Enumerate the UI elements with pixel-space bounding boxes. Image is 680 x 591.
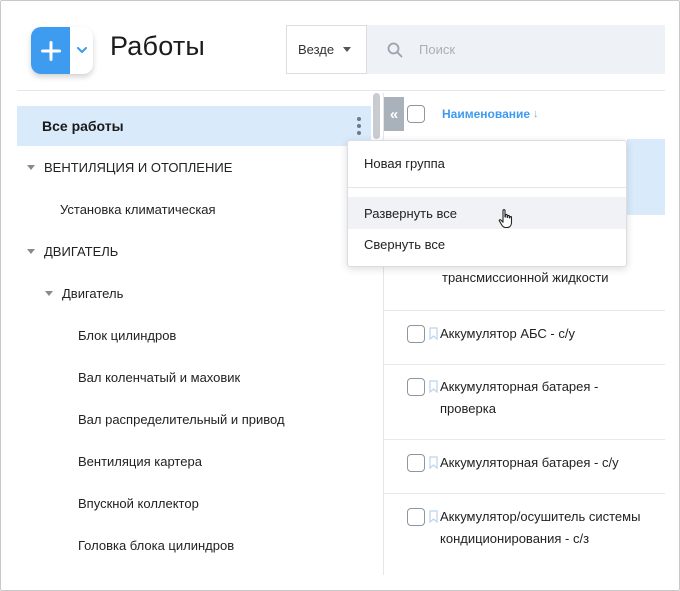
tree-item-label: Все работы	[42, 118, 124, 134]
row-checkbox[interactable]	[407, 325, 425, 343]
chevron-down-icon	[76, 47, 87, 53]
menu-item-expand-all[interactable]: Развернуть все	[348, 197, 626, 229]
list-item-name: Аккумуляторная батарея - проверка	[440, 379, 599, 416]
search-box[interactable]: Поиск	[367, 25, 665, 74]
list-item-name: Аккумулятор/осушитель системы кондициони…	[440, 509, 641, 546]
expand-triangle-icon[interactable]	[27, 164, 35, 170]
tree-item-label: Вал распределительный и привод	[78, 411, 285, 427]
list-column-header: Наименование ↓	[407, 105, 539, 123]
tree-item-camshaft[interactable]: Вал распределительный и привод	[17, 399, 371, 439]
tree-group-engine-sub[interactable]: Двигатель	[17, 273, 371, 313]
tree-item-label: ВЕНТИЛЯЦИЯ И ОТОПЛЕНИЕ	[44, 159, 233, 175]
search-input[interactable]: Поиск	[419, 42, 455, 57]
bookmark-icon[interactable]	[429, 456, 438, 469]
row-divider	[384, 310, 665, 311]
row-divider	[384, 364, 665, 365]
list-item[interactable]: Аккумуляторная батарея - проверка	[407, 376, 665, 420]
bookmark-icon[interactable]	[429, 380, 438, 393]
tree-item-label: ДВИГАТЕЛЬ	[44, 243, 119, 259]
kebab-menu-icon[interactable]	[357, 117, 361, 135]
menu-item-label: Новая группа	[364, 155, 445, 171]
menu-item-label: Свернуть все	[364, 236, 446, 252]
search-icon	[387, 42, 403, 57]
scope-select-value: Везде	[298, 42, 335, 57]
list-item[interactable]: Аккумуляторная батарея - с/у	[407, 452, 665, 474]
menu-item-new-group[interactable]: Новая группа	[348, 147, 626, 179]
plus-icon	[40, 40, 61, 61]
menu-divider	[348, 187, 626, 188]
menu-item-collapse-all[interactable]: Свернуть все	[348, 228, 626, 260]
tree-item-label: Вентиляция картера	[78, 453, 202, 469]
tree-item-intake-manifold[interactable]: Впускной коллектор	[17, 483, 371, 523]
add-button[interactable]	[31, 27, 70, 74]
column-title-name[interactable]: Наименование	[442, 107, 530, 121]
row-checkbox[interactable]	[407, 454, 425, 472]
row-divider	[384, 493, 665, 494]
tree-item-crankshaft[interactable]: Вал коленчатый и маховик	[17, 357, 371, 397]
sort-arrow-icon[interactable]: ↓	[533, 108, 539, 120]
select-all-checkbox[interactable]	[407, 105, 425, 123]
tree-item-label: Двигатель	[62, 285, 124, 301]
tree-item-crankcase-ventilation[interactable]: Вентиляция картера	[17, 441, 371, 481]
tree-group-engine[interactable]: ДВИГАТЕЛЬ	[17, 231, 371, 271]
selected-row-highlight	[627, 139, 665, 215]
bookmark-icon[interactable]	[429, 327, 438, 340]
tree-item-climate-unit[interactable]: Установка климатическая	[17, 189, 371, 229]
scope-select[interactable]: Везде	[286, 25, 367, 74]
expand-triangle-icon[interactable]	[45, 290, 53, 296]
page-title: Работы	[110, 31, 205, 61]
add-options-button[interactable]	[70, 27, 93, 74]
tree-item-label: Блок цилиндров	[78, 327, 177, 343]
list-item[interactable]: Аккумулятор/осушитель системы кондициони…	[407, 506, 665, 550]
tree-item-label: Вал коленчатый и маховик	[78, 369, 241, 385]
bookmark-icon[interactable]	[429, 510, 438, 523]
tree-item-cylinder-head[interactable]: Головка блока цилиндров	[17, 525, 371, 565]
list-item-partial-text: трансмиссионной жидкости	[442, 270, 609, 285]
tree-scrollbar[interactable]	[373, 93, 380, 139]
double-chevron-left-icon: «	[389, 105, 399, 123]
tree-context-menu: Новая группа Развернуть все Свернуть все	[347, 140, 627, 267]
collapse-panel-button[interactable]: «	[384, 97, 404, 131]
list-item[interactable]: Аккумулятор АБС - с/у	[407, 323, 665, 345]
tree-item-all-works[interactable]: Все работы	[17, 106, 371, 146]
caret-down-icon	[343, 47, 352, 52]
list-item-name: Аккумуляторная батарея - с/у	[440, 455, 619, 470]
menu-item-label: Развернуть все	[364, 205, 458, 221]
tree-item-cylinder-block[interactable]: Блок цилиндров	[17, 315, 371, 355]
app-window: Работы Везде Поиск Все работы ВЕНТИЛЯЦИЯ…	[0, 0, 680, 591]
tree-group-ventilation[interactable]: ВЕНТИЛЯЦИЯ И ОТОПЛЕНИЕ	[17, 147, 371, 187]
row-checkbox[interactable]	[407, 508, 425, 526]
list-item-name: Аккумулятор АБС - с/у	[440, 326, 575, 341]
pointer-hand-icon	[498, 209, 513, 229]
add-split-button[interactable]	[31, 27, 93, 74]
tree-item-label: Установка климатическая	[60, 201, 216, 217]
header-divider	[17, 90, 665, 91]
tree-item-label: Впускной коллектор	[78, 495, 199, 511]
expand-triangle-icon[interactable]	[27, 248, 35, 254]
row-checkbox[interactable]	[407, 378, 425, 396]
tree-item-label: Головка блока цилиндров	[78, 537, 235, 553]
row-divider	[384, 439, 665, 440]
